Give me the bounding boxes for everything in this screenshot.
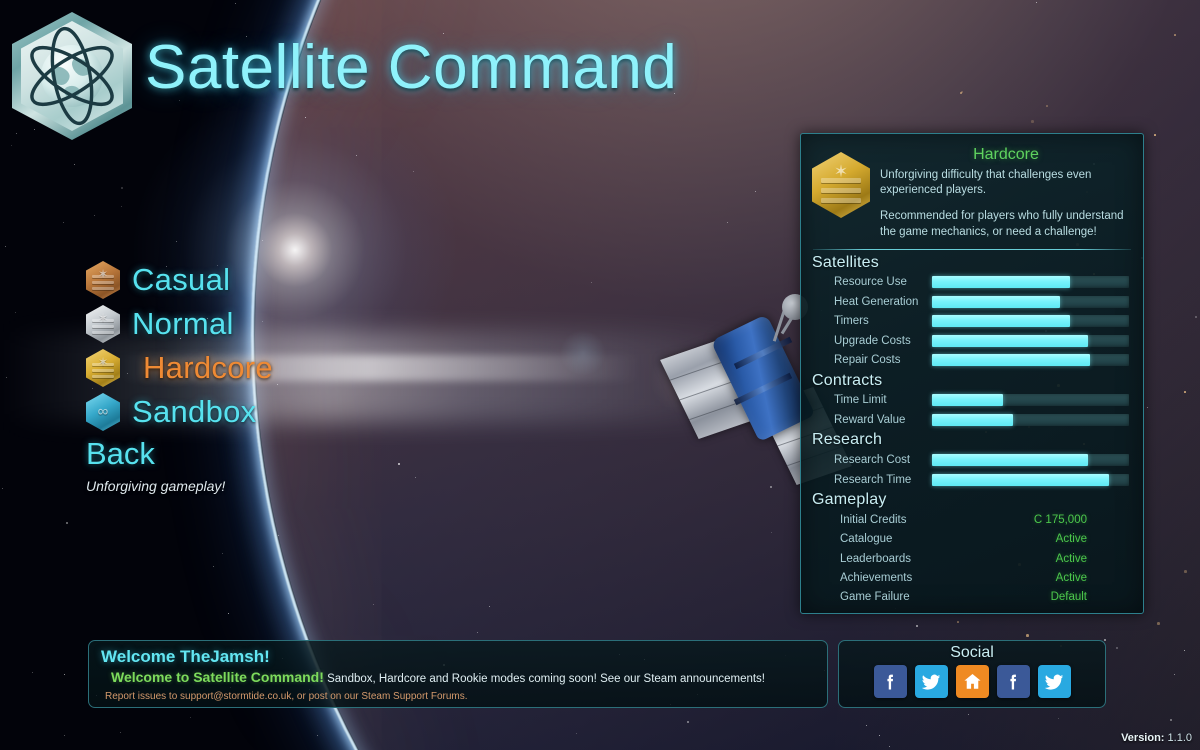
panel-description-primary: Unforgiving difficulty that challenges e… bbox=[880, 169, 1092, 197]
gameplay-row: Game Failure Default bbox=[812, 588, 1132, 607]
stat-row: Time Limit bbox=[812, 391, 1132, 410]
stat-row: Upgrade Costs bbox=[812, 331, 1132, 350]
stat-bar-track bbox=[932, 353, 1129, 366]
gameplay-row: Initial Credits C 175,000 bbox=[812, 510, 1132, 529]
app-logo bbox=[12, 12, 132, 140]
social-title: Social bbox=[950, 644, 994, 661]
welcome-title: Welcome TheJamsh! bbox=[101, 647, 270, 666]
back-button[interactable]: Back bbox=[86, 436, 416, 472]
stat-bar-track bbox=[932, 473, 1129, 486]
stat-row: Timers bbox=[812, 311, 1132, 330]
section-title: Contracts bbox=[812, 371, 883, 389]
stat-bar-track bbox=[932, 276, 1129, 289]
menu-item-label: Sandbox bbox=[132, 394, 257, 429]
gameplay-row: Catalogue Active bbox=[812, 530, 1132, 549]
stat-row: Reward Value bbox=[812, 410, 1132, 429]
stat-label: Time Limit bbox=[834, 394, 887, 407]
menu-item-label: Casual bbox=[132, 262, 231, 297]
gameplay-label: Initial Credits bbox=[840, 513, 907, 526]
casual-badge-icon: ✶ bbox=[86, 261, 120, 299]
hardcore-badge-icon: ✶ bbox=[86, 349, 120, 387]
orbit-rings-icon bbox=[30, 26, 114, 126]
gameplay-label: Achievements bbox=[840, 572, 913, 585]
gameplay-value: Default bbox=[1050, 591, 1087, 604]
stat-row: Research Time bbox=[812, 470, 1132, 489]
gameplay-label: Catalogue bbox=[840, 533, 893, 546]
stat-bar-fill bbox=[932, 315, 1070, 328]
stat-row: Heat Generation bbox=[812, 292, 1132, 311]
welcome-panel: Welcome TheJamsh! Welcome to Satellite C… bbox=[88, 640, 828, 708]
stat-bar-fill bbox=[932, 295, 1061, 308]
stat-bar-fill bbox=[932, 473, 1110, 486]
difficulty-menu: ✶ Casual ✶ Normal ✶ Hardcore ∞ Sandbox B… bbox=[86, 258, 416, 494]
panel-sections: Satellites Resource Use Heat Generation Tim… bbox=[812, 254, 1132, 607]
panel-description-secondary: Recommended for players who fully unders… bbox=[880, 210, 1124, 238]
twitter-icon[interactable] bbox=[914, 665, 948, 698]
welcome-message: Welcome to Satellite Command! Sandbox, H… bbox=[101, 669, 815, 687]
stat-bar-fill bbox=[932, 394, 1003, 407]
version-text: Version: bbox=[1121, 732, 1165, 744]
stat-bar-track bbox=[932, 454, 1129, 467]
stat-bar-fill bbox=[932, 334, 1088, 347]
home-icon[interactable] bbox=[955, 665, 989, 698]
hardcore-badge-icon: ✶ bbox=[812, 152, 870, 218]
panel-title: Hardcore bbox=[973, 146, 1039, 163]
section-title: Satellites bbox=[812, 253, 879, 271]
twitter-icon[interactable] bbox=[1037, 665, 1071, 698]
gameplay-row: Leaderboards Active bbox=[812, 549, 1132, 568]
stat-bar-fill bbox=[932, 413, 1013, 426]
stat-row: Resource Use bbox=[812, 273, 1132, 292]
panel-header: ✶ Hardcore Unforgiving difficulty that c… bbox=[812, 144, 1132, 240]
stat-row: Repair Costs bbox=[812, 350, 1132, 369]
version-label: Version: 1.1.0 bbox=[1121, 732, 1192, 744]
stat-bar-track bbox=[932, 413, 1129, 426]
support-note: Report issues to support@stormtide.co.uk… bbox=[105, 691, 468, 702]
stat-label: Reward Value bbox=[834, 413, 906, 426]
menu-item-label: Normal bbox=[132, 306, 234, 341]
social-icon-list bbox=[873, 665, 1071, 698]
welcome-message-highlight: Welcome to Satellite Command! bbox=[111, 669, 324, 685]
stat-label: Timers bbox=[834, 315, 869, 328]
difficulty-info-panel: ✶ Hardcore Unforgiving difficulty that c… bbox=[800, 133, 1144, 614]
menu-item-normal[interactable]: ✶ Normal bbox=[86, 302, 416, 346]
version-number: 1.1.0 bbox=[1167, 732, 1192, 744]
gameplay-value: Active bbox=[1055, 552, 1087, 565]
facebook-icon[interactable] bbox=[873, 665, 907, 698]
gameplay-value: C 175,000 bbox=[1033, 513, 1087, 526]
menu-item-casual[interactable]: ✶ Casual bbox=[86, 258, 416, 302]
gameplay-value: Active bbox=[1055, 533, 1087, 546]
menu-item-sandbox[interactable]: ∞ Sandbox bbox=[86, 390, 416, 434]
header: Satellite Command bbox=[0, 0, 1200, 145]
gameplay-label: Game Failure bbox=[840, 591, 910, 604]
stat-label: Research Cost bbox=[834, 454, 911, 467]
stat-label: Research Time bbox=[834, 473, 912, 486]
sandbox-badge-icon: ∞ bbox=[86, 393, 120, 431]
stat-bar-fill bbox=[932, 454, 1088, 467]
stat-bar-track bbox=[932, 334, 1129, 347]
stat-label: Heat Generation bbox=[834, 295, 919, 308]
stat-label: Resource Use bbox=[834, 276, 907, 289]
social-panel: Social bbox=[838, 640, 1106, 708]
stat-label: Repair Costs bbox=[834, 353, 901, 366]
stat-bar-fill bbox=[932, 353, 1090, 366]
gameplay-value: Active bbox=[1055, 572, 1087, 585]
gameplay-label: Leaderboards bbox=[840, 552, 911, 565]
section-title: Research bbox=[812, 431, 883, 449]
stat-row: Research Cost bbox=[812, 450, 1132, 469]
page-title: Satellite Command bbox=[145, 33, 678, 102]
stat-bar-track bbox=[932, 315, 1129, 328]
stat-bar-track bbox=[932, 295, 1129, 308]
stat-bar-track bbox=[932, 394, 1129, 407]
gameplay-row: Achievements Active bbox=[812, 568, 1132, 587]
section-title: Gameplay bbox=[812, 491, 887, 509]
menu-item-label: Hardcore bbox=[143, 350, 273, 385]
welcome-message-rest: Sandbox, Hardcore and Rookie modes comin… bbox=[323, 673, 765, 685]
menu-item-hardcore[interactable]: ✶ Hardcore bbox=[86, 346, 416, 390]
facebook-icon[interactable] bbox=[996, 665, 1030, 698]
stat-bar-fill bbox=[932, 276, 1070, 289]
difficulty-hint: Unforgiving gameplay! bbox=[86, 478, 226, 494]
normal-badge-icon: ✶ bbox=[86, 305, 120, 343]
stat-label: Upgrade Costs bbox=[834, 334, 911, 347]
panel-divider bbox=[813, 248, 1131, 250]
